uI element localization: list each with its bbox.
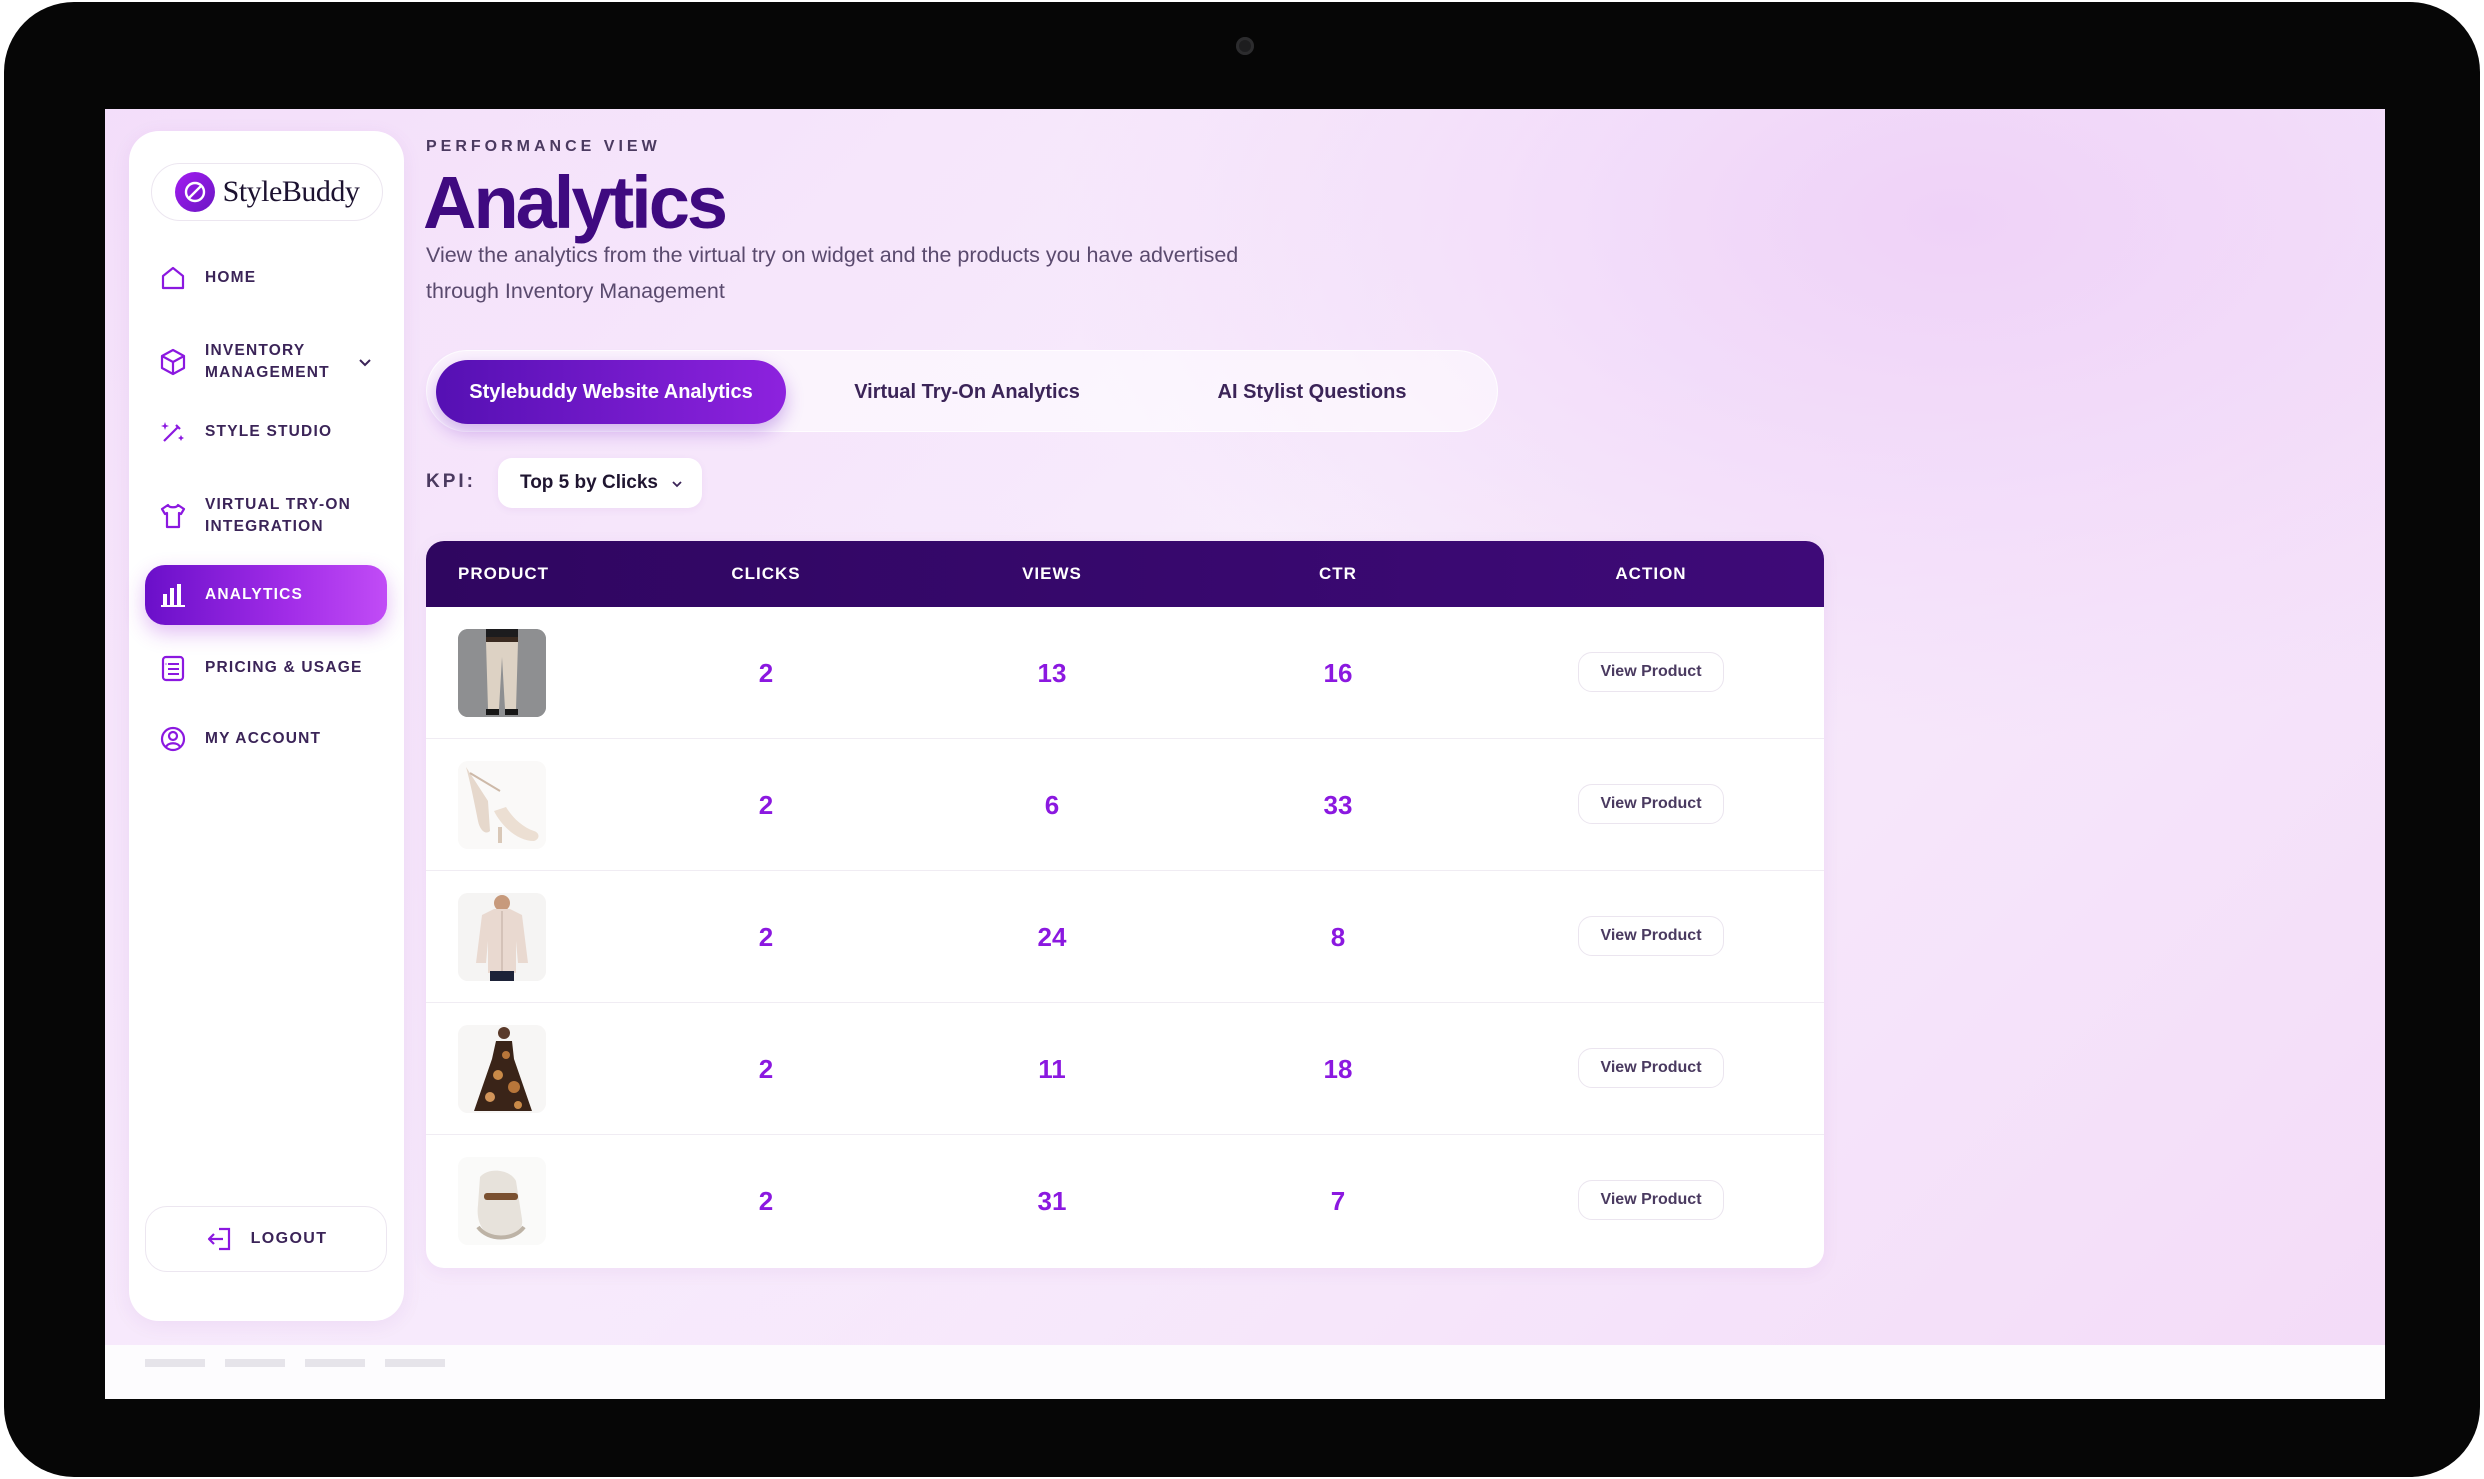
view-product-button[interactable]: View Product <box>1578 784 1724 824</box>
column-header-views: VIEWS <box>1022 564 1082 583</box>
home-icon <box>155 260 191 296</box>
chevron-down-icon <box>672 481 682 488</box>
page-title: Analytics <box>423 161 728 244</box>
sidebar-item-label: VIRTUAL TRY-ON INTEGRATION <box>205 496 351 535</box>
logout-label: LOGOUT <box>250 1230 328 1247</box>
page-eyebrow: PERFORMANCE VIEW <box>426 138 661 155</box>
clicks-value: 2 <box>758 789 774 820</box>
ctr-value: 16 <box>1323 657 1353 688</box>
logout-icon <box>207 1227 230 1251</box>
view-product-button[interactable]: View Product <box>1578 1048 1724 1088</box>
product-thumbnail-floral-dress[interactable] <box>458 1025 546 1113</box>
sidebar-item-inventory-management[interactable]: INVENTORY MANAGEMENT <box>145 327 387 397</box>
brand-logo[interactable]: StyleBuddy <box>151 163 383 221</box>
page-subtitle: View the analytics from the virtual try … <box>426 243 1239 303</box>
views-value: 11 <box>1038 1053 1066 1084</box>
clicks-value: 2 <box>758 657 774 688</box>
logout-button[interactable]: LOGOUT <box>145 1206 387 1272</box>
product-thumbnail-heels[interactable] <box>458 761 546 849</box>
footer-placeholder <box>145 1359 465 1367</box>
bar-chart-icon <box>155 577 191 613</box>
clicks-value: 2 <box>758 921 774 952</box>
magic-wand-icon <box>155 414 191 450</box>
kpi-selected-value: Top 5 by Clicks <box>520 472 658 493</box>
views-value: 31 <box>1037 1185 1067 1216</box>
table-row: 2 6 33 View Product <box>426 739 1824 871</box>
sidebar-item-my-account[interactable]: MY ACCOUNT <box>145 710 387 768</box>
sidebar-item-analytics[interactable]: ANALYTICS <box>145 565 387 625</box>
analytics-table: PRODUCT CLICKS VIEWS CTR ACTION 2 13 16 … <box>426 541 1824 1268</box>
chevron-down-icon <box>359 359 371 367</box>
brand-name: StyleBuddy <box>222 175 360 208</box>
receipt-icon <box>155 650 191 686</box>
view-product-button[interactable]: View Product <box>1578 1180 1724 1220</box>
sidebar-item-label: INVENTORY MANAGEMENT <box>205 342 330 381</box>
app-screen: StyleBuddy HOME INVENTORY MANAGEMENT STY… <box>105 109 2385 1399</box>
table-row: 2 24 8 View Product <box>426 871 1824 1003</box>
views-value: 13 <box>1037 657 1067 688</box>
sidebar-item-style-studio[interactable]: STYLE STUDIO <box>145 403 387 461</box>
tab-stylebuddy-website-analytics[interactable]: Stylebuddy Website Analytics <box>436 360 786 424</box>
clicks-value: 2 <box>758 1053 774 1084</box>
views-value: 6 <box>1044 789 1060 820</box>
sidebar-item-label: PRICING & USAGE <box>205 659 363 676</box>
stylebuddy-logo-icon <box>174 172 215 212</box>
column-header-clicks: CLICKS <box>731 564 801 583</box>
view-product-button[interactable]: View Product <box>1578 916 1724 956</box>
sidebar-item-virtual-try-on-integration[interactable]: VIRTUAL TRY-ON INTEGRATION <box>145 481 387 551</box>
user-circle-icon <box>155 721 191 757</box>
kpi-label: KPI: <box>426 471 476 492</box>
screen-footer <box>105 1345 2385 1399</box>
view-product-button[interactable]: View Product <box>1578 652 1724 692</box>
ctr-value: 18 <box>1323 1053 1353 1084</box>
kpi-dropdown[interactable]: Top 5 by Clicks <box>498 458 702 508</box>
box-icon <box>155 344 191 380</box>
column-header-product: PRODUCT <box>458 564 550 583</box>
table-row: 2 13 16 View Product <box>426 607 1824 739</box>
product-thumbnail-shirt[interactable] <box>458 893 546 981</box>
table-header: PRODUCT CLICKS VIEWS CTR ACTION <box>426 541 1824 607</box>
sidebar-item-pricing-usage[interactable]: PRICING & USAGE <box>145 639 387 697</box>
product-thumbnail-trousers[interactable] <box>458 629 546 717</box>
clicks-value: 2 <box>758 1185 774 1216</box>
ctr-value: 8 <box>1330 921 1346 952</box>
column-header-ctr: CTR <box>1319 564 1357 583</box>
sidebar: StyleBuddy HOME INVENTORY MANAGEMENT STY… <box>129 131 404 1321</box>
column-header-action: ACTION <box>1615 564 1687 583</box>
camera-dot <box>1236 37 1254 55</box>
ctr-value: 7 <box>1330 1185 1346 1216</box>
sidebar-item-label: STYLE STUDIO <box>205 423 333 440</box>
ctr-value: 33 <box>1323 789 1353 820</box>
table-row: 2 31 7 View Product <box>426 1135 1824 1267</box>
tab-virtual-try-on-analytics[interactable]: Virtual Try-On Analytics <box>807 360 1127 424</box>
tab-ai-stylist-questions[interactable]: AI Stylist Questions <box>1147 360 1477 424</box>
table-row: 2 11 18 View Product <box>426 1003 1824 1135</box>
sidebar-item-label: MY ACCOUNT <box>205 730 322 747</box>
sidebar-item-home[interactable]: HOME <box>145 249 387 307</box>
device-frame: StyleBuddy HOME INVENTORY MANAGEMENT STY… <box>4 2 2480 1477</box>
views-value: 24 <box>1037 921 1067 952</box>
shirt-icon <box>155 498 191 534</box>
sidebar-item-label: HOME <box>205 269 257 286</box>
analytics-tabs: Stylebuddy Website Analytics Virtual Try… <box>426 350 1498 432</box>
product-thumbnail-loafers[interactable] <box>458 1157 546 1245</box>
sidebar-item-label: ANALYTICS <box>205 586 304 603</box>
